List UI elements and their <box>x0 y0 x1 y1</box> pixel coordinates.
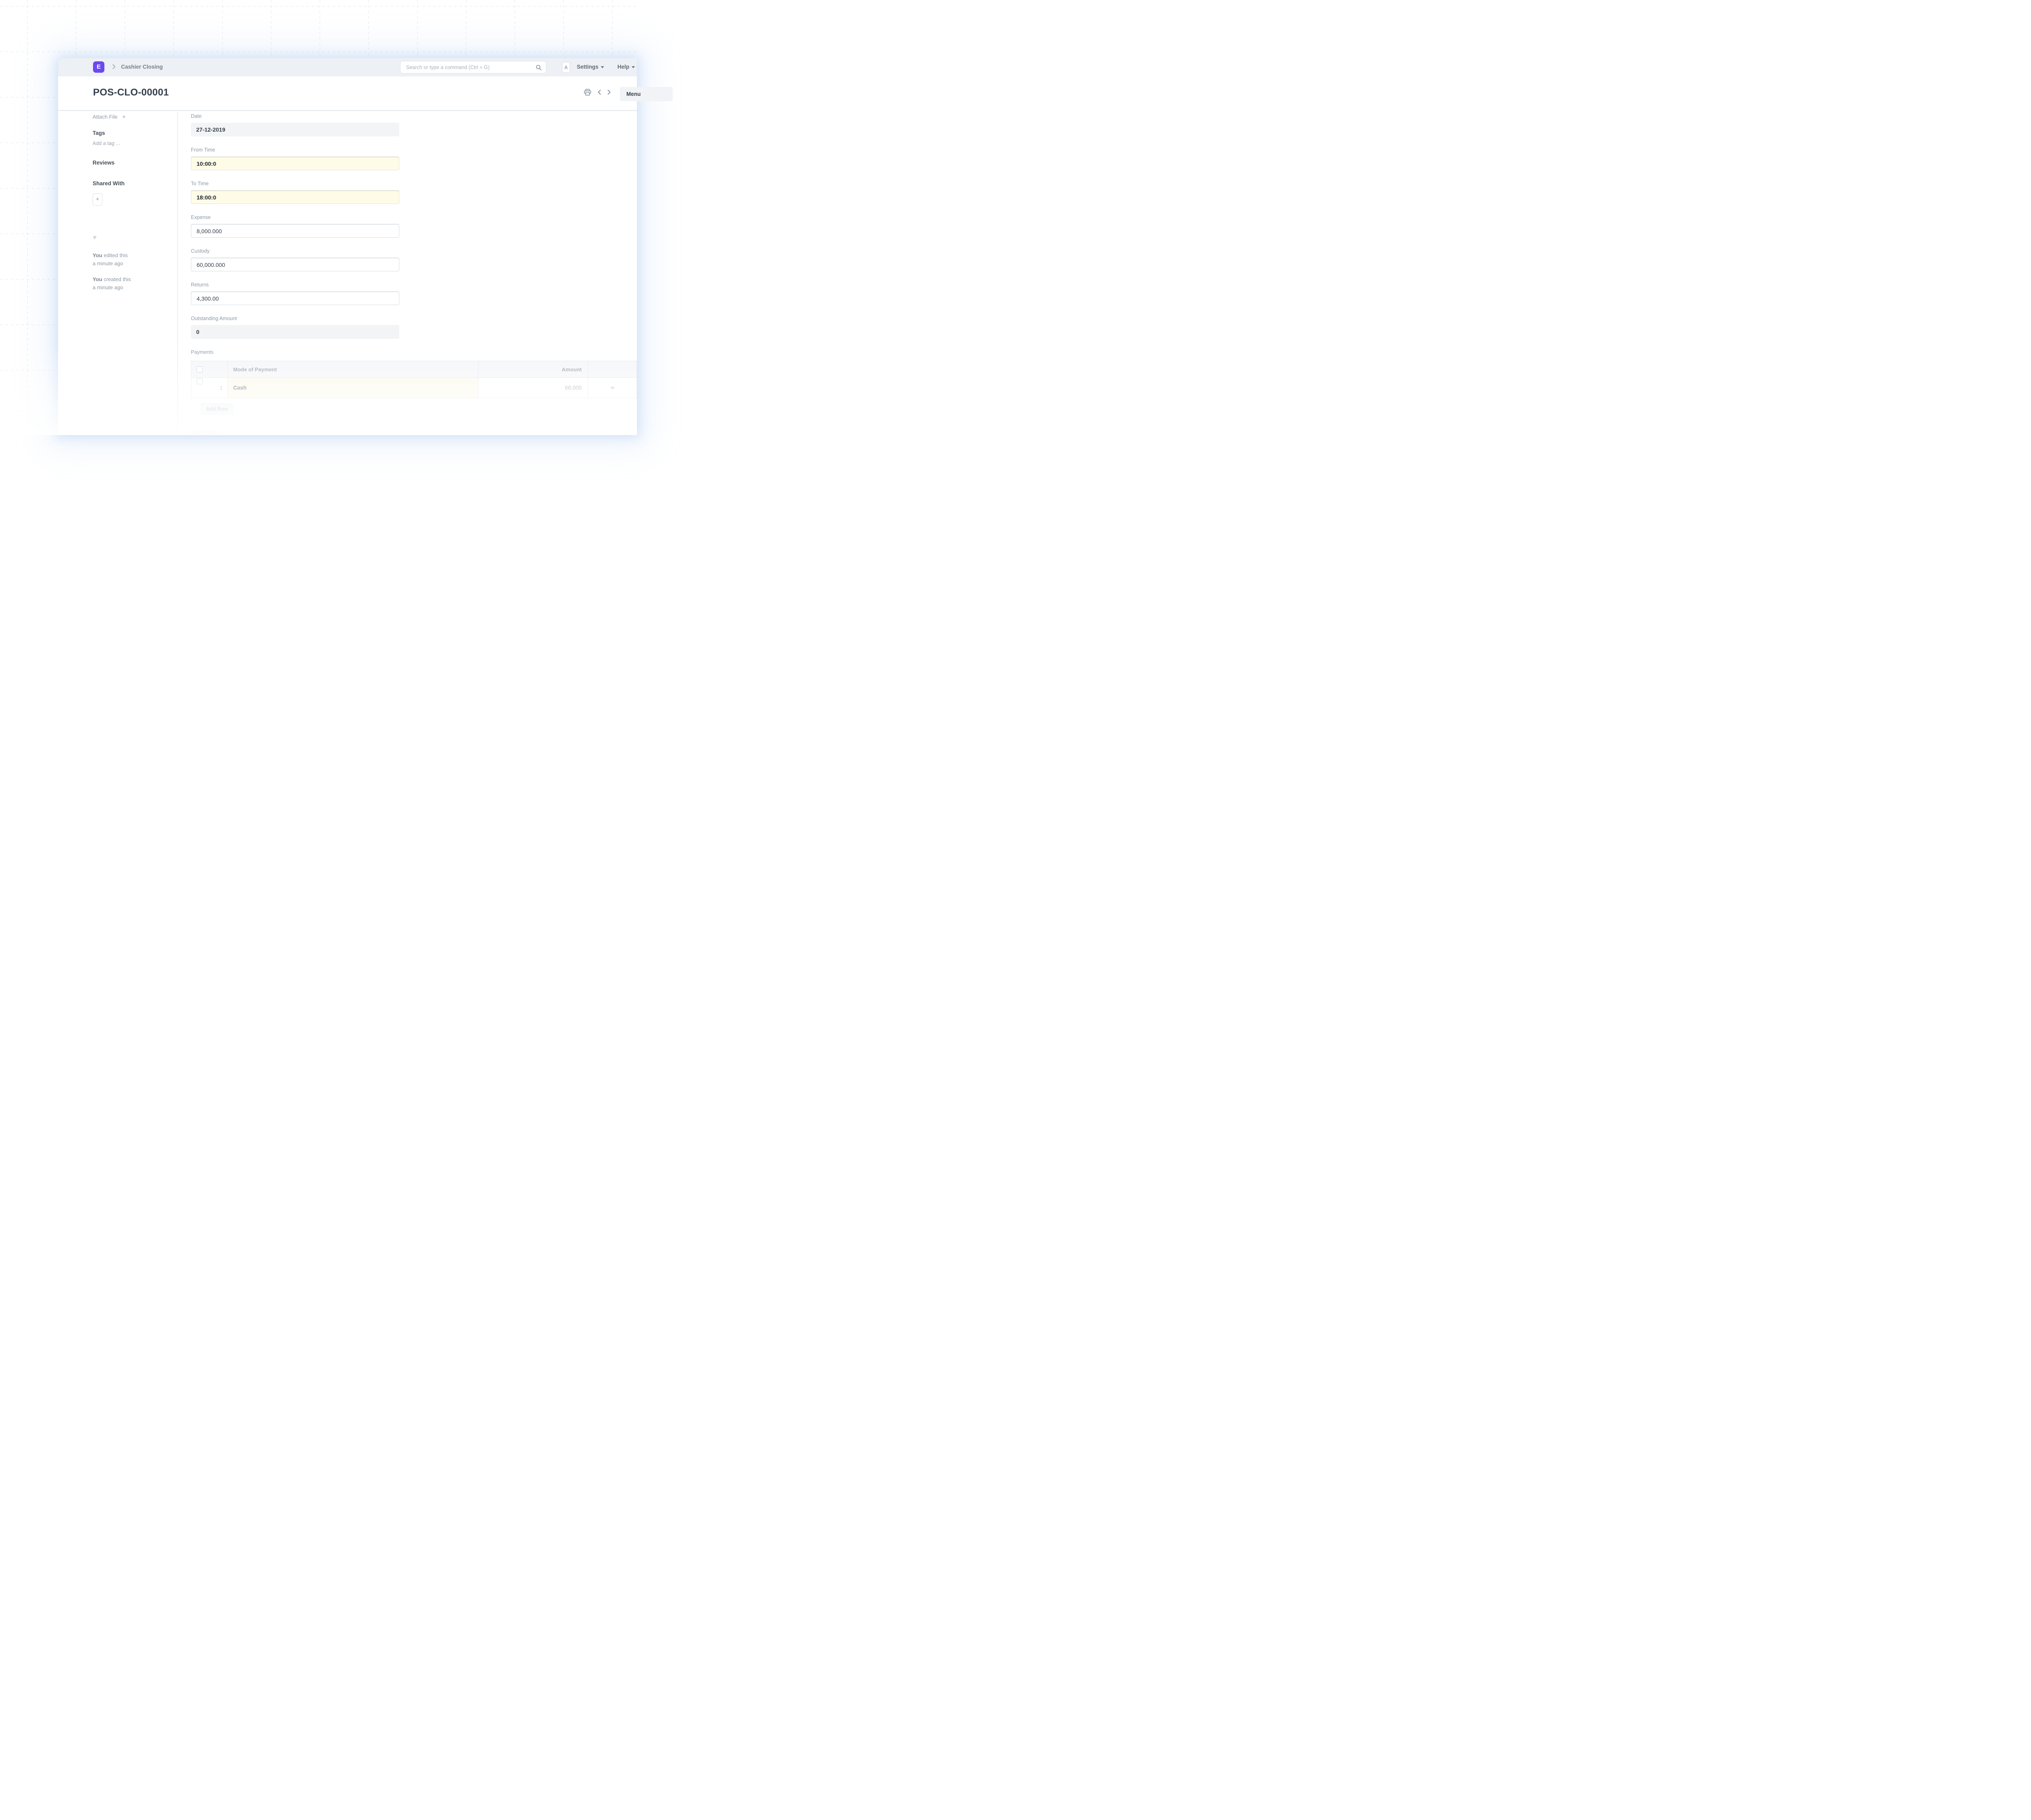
custody-field[interactable]: 60,000.000 <box>191 258 399 271</box>
date-field[interactable]: 27-12-2019 <box>191 123 399 136</box>
attach-file-button[interactable]: Attach File + <box>93 113 178 120</box>
activity-actor: You <box>93 276 102 282</box>
from-time-field[interactable]: 10:00:0 <box>191 156 399 170</box>
menu-button[interactable]: Menu <box>620 87 673 101</box>
row-checkbox[interactable] <box>197 378 203 384</box>
like-heart-icon[interactable]: ♥ <box>93 234 178 241</box>
form-sidebar: Attach File + Tags Add a tag ... Reviews… <box>58 112 178 435</box>
returns-field[interactable]: 4,300.00 <box>191 291 399 305</box>
field-label-custody: Custody <box>191 248 399 255</box>
column-header-mode-of-payment: Mode of Payment <box>228 361 479 378</box>
field-label-date: Date <box>191 113 399 120</box>
help-menu[interactable]: Help <box>617 64 635 70</box>
next-doc-icon[interactable] <box>607 89 612 95</box>
mode-of-payment-cell[interactable]: Cash <box>228 378 479 398</box>
print-icon[interactable] <box>584 89 591 96</box>
plus-icon: + <box>122 113 126 120</box>
activity-entry: You created this a minute ago <box>93 275 178 292</box>
breadcrumb-chevron-icon <box>112 63 116 72</box>
row-expand-button[interactable] <box>588 378 637 398</box>
page-title: POS-CLO-00001 <box>93 87 169 98</box>
field-label-returns: Returns <box>191 282 399 289</box>
activity-action: created this <box>104 276 131 282</box>
select-all-checkbox[interactable] <box>197 366 203 373</box>
payments-header-row: Mode of Payment Amount <box>191 361 637 378</box>
chevron-down-icon <box>632 66 635 68</box>
field-label-to-time: To Time <box>191 181 399 188</box>
global-search <box>400 61 546 74</box>
chevron-down-icon <box>601 66 604 68</box>
search-input[interactable] <box>401 61 546 73</box>
activity-action: edited this <box>104 252 128 258</box>
to-time-field[interactable]: 18:00:0 <box>191 190 399 204</box>
shared-with-heading: Shared With <box>93 180 178 188</box>
table-row: 1 Cash 68,000 <box>191 378 637 398</box>
navbar: E Cashier Closing A Settings Help <box>58 58 637 76</box>
settings-menu[interactable]: Settings <box>577 64 604 70</box>
net-amount-label: Net Amount <box>191 429 637 436</box>
field-label-outstanding-amount: Outstanding Amount <box>191 316 399 323</box>
add-share-button[interactable]: + <box>93 193 102 206</box>
reviews-heading: Reviews <box>93 160 178 167</box>
payments-table: Mode of Payment Amount 1 Cash 68,000 <box>191 361 637 398</box>
app-window: E Cashier Closing A Settings Help POS-CL… <box>58 58 637 435</box>
app-logo[interactable]: E <box>93 61 104 73</box>
row-index: 1 <box>220 378 223 398</box>
activity-when: a minute ago <box>93 284 123 290</box>
field-label-expense: Expense <box>191 214 399 221</box>
attach-file-label: Attach File <box>93 114 117 120</box>
activity-actor: You <box>93 252 102 258</box>
settings-label: Settings <box>577 64 598 70</box>
tags-heading: Tags <box>93 130 178 137</box>
activity-entry: You edited this a minute ago <box>93 251 178 268</box>
outstanding-amount-field[interactable]: 0 <box>191 325 399 339</box>
add-row-button[interactable]: Add Row <box>200 403 234 415</box>
column-header-amount: Amount <box>479 361 588 378</box>
amount-cell[interactable]: 68,000 <box>479 378 588 398</box>
expense-field[interactable]: 8,000.000 <box>191 224 399 238</box>
add-tag-input[interactable]: Add a tag ... <box>93 141 178 147</box>
activity-when: a minute ago <box>93 260 123 266</box>
help-label: Help <box>617 64 629 70</box>
page-head: POS-CLO-00001 Menu <box>58 76 637 111</box>
user-avatar[interactable]: A <box>562 62 570 73</box>
search-icon[interactable] <box>536 65 542 73</box>
payments-section-label: Payments <box>191 349 637 356</box>
triangle-down-icon <box>610 387 615 390</box>
form-body: Date 27-12-2019 From Time 10:00:0 To Tim… <box>178 112 637 435</box>
column-header-edit <box>588 361 637 378</box>
breadcrumb[interactable]: Cashier Closing <box>121 64 163 70</box>
prev-doc-icon[interactable] <box>597 89 602 95</box>
field-label-from-time: From Time <box>191 147 399 154</box>
